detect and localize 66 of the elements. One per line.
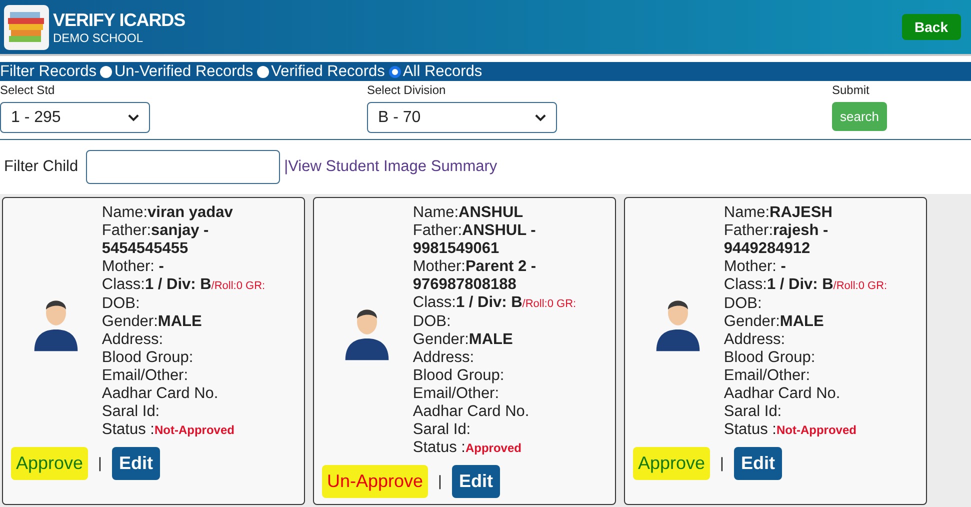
radio-button[interactable] [100, 66, 112, 78]
approval-button[interactable]: Approve [11, 447, 88, 480]
school-name: DEMO SCHOOL [53, 30, 144, 44]
approval-button[interactable]: Un-Approve [322, 465, 428, 498]
student-detail: Aadhar Card No. [724, 385, 842, 403]
submit-label: Submit [832, 83, 870, 99]
student-detail: Saral Id: [724, 403, 783, 421]
student-detail: Gender:MALE [102, 313, 203, 331]
student-detail: Status :Approved [412, 439, 522, 457]
radio-label[interactable]: All Records [402, 62, 482, 80]
select-label: Select Division [367, 83, 447, 99]
student-detail: Email/Other: [102, 367, 190, 385]
student-detail: Address: [102, 331, 164, 349]
filter-label: Filter Records [0, 62, 96, 80]
app-title: VERIFY ICARDS [53, 10, 186, 30]
approval-button[interactable]: Approve [633, 447, 710, 480]
student-detail: Mother: - [102, 258, 165, 276]
student-detail: Mother:Parent 2 - 976987808188 [412, 258, 538, 294]
student-detail: Father:sanjay - 5454545455 [102, 222, 210, 258]
student-detail: Blood Group: [724, 349, 816, 367]
student-detail: Class:1 / Div: B/Roll:0 GR: [412, 294, 578, 313]
dropdown-select[interactable]: B - 70 [367, 102, 557, 133]
edit-button[interactable]: Edit [734, 447, 782, 480]
student-detail: DOB: [724, 295, 763, 313]
student-detail: Status :Not-Approved [102, 421, 236, 439]
image-summary-link[interactable]: |View Student Image Summary [284, 158, 498, 176]
separator-text: | [98, 455, 102, 472]
student-detail: DOB: [412, 313, 452, 331]
student-detail: Father:rajesh - 9449284912 [724, 222, 830, 258]
student-detail: Class:1 / Div: B/Roll:0 GR: [102, 276, 266, 295]
student-detail: Name:viran yadav [102, 204, 234, 222]
student-detail: DOB: [102, 295, 141, 313]
filter-child-field[interactable] [86, 150, 280, 184]
student-detail: Address: [412, 349, 476, 367]
dropdown-select[interactable]: 1 - 295 [0, 102, 150, 133]
student-detail: Mother: - [724, 258, 787, 276]
student-detail: Aadhar Card No. [412, 403, 530, 421]
student-detail: Gender:MALE [412, 331, 514, 349]
radio-button[interactable] [388, 66, 401, 78]
select-label: Select Std [0, 83, 56, 99]
student-detail: Status :Not-Approved [724, 421, 858, 439]
edit-button[interactable]: Edit [452, 465, 500, 498]
chevron-down-icon [128, 114, 139, 122]
student-detail: Aadhar Card No. [102, 385, 220, 403]
student-detail: Father:ANSHUL - 9981549061 [412, 222, 537, 258]
radio-label[interactable]: Un-Verified Records [114, 62, 254, 80]
student-detail: Email/Other: [412, 385, 500, 403]
student-detail: Gender:MALE [724, 313, 825, 331]
student-detail: Blood Group: [412, 367, 506, 385]
radio-label[interactable]: Verified Records [271, 62, 385, 80]
student-detail: Saral Id: [412, 421, 472, 439]
student-detail: Name:ANSHUL [412, 204, 524, 222]
separator-text: | [720, 455, 724, 472]
chevron-down-icon [535, 114, 546, 122]
filter-child-label: Filter Child [4, 158, 78, 176]
student-detail: Name:RAJESH [724, 204, 834, 222]
student-detail: Email/Other: [724, 367, 812, 385]
student-detail: Class:1 / Div: B/Roll:0 GR: [724, 276, 888, 295]
books-logo-icon [4, 4, 49, 50]
back-button[interactable]: Back [902, 14, 961, 40]
edit-button[interactable]: Edit [112, 447, 160, 480]
student-detail: Saral Id: [102, 403, 161, 421]
student-detail: Address: [724, 331, 786, 349]
student-detail: Blood Group: [102, 349, 194, 367]
separator-text: | [438, 473, 442, 490]
radio-button[interactable] [257, 66, 270, 78]
